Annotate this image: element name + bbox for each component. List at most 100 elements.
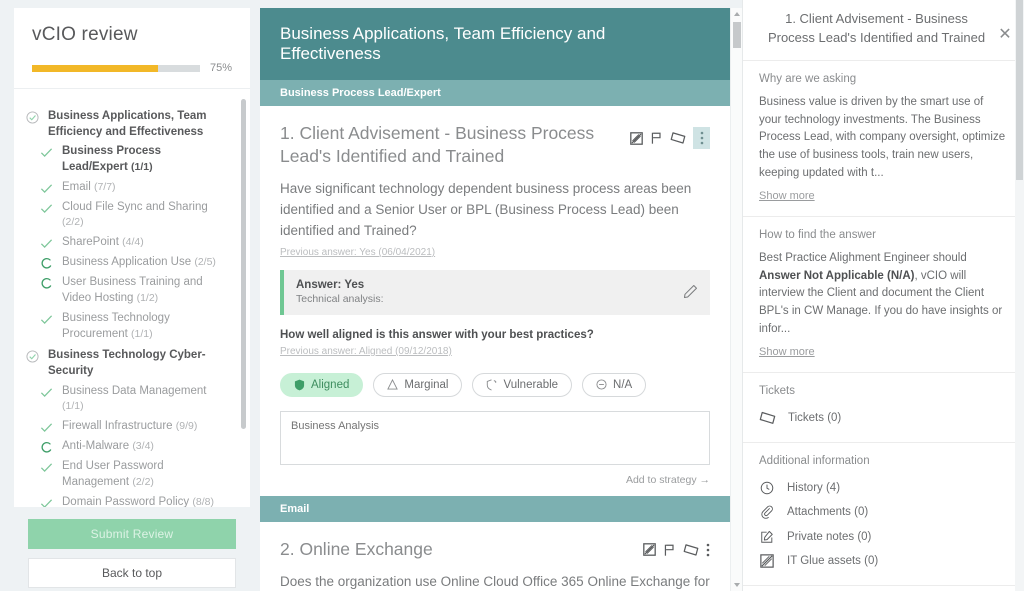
question-title-2: 2. Online Exchange	[280, 538, 433, 559]
flag-icon[interactable]	[663, 543, 676, 557]
paperclip-icon	[759, 505, 775, 520]
sidebar-group-label: Business Technology Cyber-Security	[48, 349, 206, 377]
why-asking-section: Why are we asking Business value is driv…	[743, 61, 1024, 217]
check-icon	[40, 146, 53, 159]
how-to-find-title: How to find the answer	[759, 228, 876, 241]
sidebar-item-1-3[interactable]: End User Password Management (2/2)	[40, 459, 228, 491]
question-title-row-2: 2. Online Exchange	[280, 538, 710, 561]
detail-panel-scrollbar-thumb[interactable]	[1016, 0, 1023, 180]
sidebar-item-label: End User Password Management (2/2)	[62, 459, 164, 488]
sidebar-group-1[interactable]: Business Technology Cyber-Security	[26, 348, 228, 379]
kebab-menu-icon[interactable]	[706, 543, 710, 557]
sidebar-item-1-0[interactable]: Business Data Management (1/1)	[40, 384, 228, 416]
question-title-row-1: 1. Client Advisement - Business Process …	[280, 122, 710, 168]
questionnaire-scroll-area: Business Applications, Team Efficiency a…	[260, 8, 730, 591]
sidebar-item-label: Firewall Infrastructure (9/9)	[62, 420, 198, 433]
how-to-find-show-more[interactable]: Show more	[759, 346, 815, 358]
why-asking-show-more[interactable]: Show more	[759, 190, 815, 202]
question-card-2: 2. Online Exchange Does the organization…	[260, 522, 730, 591]
scroll-down-arrow-icon[interactable]	[734, 583, 740, 587]
it-glue-assets-row-label: IT Glue assets (0)	[787, 554, 879, 567]
sidebar-item-0-1[interactable]: Email (7/7)	[40, 180, 228, 196]
partial-icon	[40, 277, 53, 290]
attachments-row[interactable]: Attachments (0)	[759, 500, 1008, 525]
detail-panel-scrollbar[interactable]	[1015, 0, 1024, 591]
close-icon[interactable]: ✕	[994, 24, 1016, 44]
progress-bar	[32, 64, 200, 72]
history-row[interactable]: History (4)	[759, 476, 1008, 500]
sidebar-item-count: (2/5)	[194, 256, 216, 269]
sidebar-nav-list: Business Applications, Team Efficiency a…	[14, 89, 250, 507]
strategy-section: Strategy Add to strategy	[743, 586, 1024, 591]
it-glue-asset-icon	[759, 554, 775, 568]
answer-sub-1: Technical analysis:	[296, 292, 384, 305]
sidebar: vCIO review 75% Business Applications, T…	[0, 0, 260, 591]
warning-triangle-icon	[387, 379, 399, 390]
previous-answer-link-1[interactable]: Previous answer: Yes (06/04/2021)	[280, 247, 435, 258]
edit-pencil-icon[interactable]	[683, 284, 698, 299]
sidebar-item-label: Email (7/7)	[62, 180, 116, 193]
history-row-label: History (4)	[787, 481, 841, 494]
it-glue-asset-icon[interactable]	[630, 131, 643, 145]
add-to-strategy-link-1[interactable]: Add to strategy →	[280, 474, 710, 486]
progress-percent-label: 75%	[209, 62, 232, 74]
sidebar-item-count: (9/9)	[175, 420, 198, 433]
alignment-chip-group: Aligned Marginal Vulnerable N/A	[280, 372, 710, 397]
alignment-previous-answer-1[interactable]: Previous answer: Aligned (09/12/2018)	[280, 346, 452, 357]
question-title-1: 1. Client Advisement - Business Process …	[280, 123, 595, 167]
how-body-bold: Answer Not Applicable (N/A)	[759, 269, 915, 282]
tickets-section: Tickets Tickets (0)	[743, 373, 1024, 443]
subsection-header-2: Email	[260, 495, 730, 522]
check-icon	[40, 386, 53, 399]
shield-icon	[294, 379, 305, 391]
sidebar-item-0-6[interactable]: Business Technology Procurement (1/1)	[40, 311, 228, 343]
chip-aligned-label: Aligned	[311, 378, 350, 391]
sidebar-item-1-4[interactable]: Domain Password Policy (8/8)	[40, 495, 228, 507]
business-analysis-input[interactable]	[280, 410, 710, 465]
questionnaire-scrollbar-thumb[interactable]	[733, 22, 741, 48]
sidebar-scrollbar-thumb[interactable]	[241, 99, 246, 429]
sidebar-group-0[interactable]: Business Applications, Team Efficiency a…	[26, 109, 228, 140]
chip-na[interactable]: N/A	[582, 372, 647, 397]
kebab-menu-icon[interactable]	[693, 127, 710, 149]
sidebar-item-0-5[interactable]: User Business Training and Video Hosting…	[40, 275, 228, 307]
how-to-find-body: Best Practice Alighment Engineer should …	[759, 250, 1008, 339]
sidebar-item-count: (1/1)	[131, 160, 153, 173]
sidebar-item-label: User Business Training and Video Hosting…	[62, 276, 203, 304]
answer-label-1: Answer: Yes	[296, 278, 365, 291]
chip-na-label: N/A	[613, 378, 633, 391]
sidebar-item-count: (7/7)	[93, 180, 116, 193]
progress-bar-fill	[32, 64, 158, 72]
how-to-find-section: How to find the answer Best Practice Ali…	[743, 217, 1024, 373]
back-to-top-button[interactable]: Back to top	[28, 558, 236, 588]
detail-panel-header: 1. Client Advisement - Business Process …	[743, 0, 1024, 61]
chip-aligned[interactable]: Aligned	[280, 372, 364, 397]
sidebar-title: vCIO review	[32, 24, 138, 45]
ticket-icon[interactable]	[683, 543, 699, 557]
partial-icon	[40, 257, 53, 270]
partial-icon	[40, 441, 53, 454]
attachments-row-label: Attachments (0)	[787, 506, 869, 519]
chip-marginal[interactable]: Marginal	[373, 372, 463, 397]
sidebar-item-label: Cloud File Sync and Sharing (2/2)	[62, 200, 208, 229]
sidebar-item-0-2[interactable]: Cloud File Sync and Sharing (2/2)	[40, 200, 228, 232]
section-header: Business Applications, Team Efficiency a…	[260, 8, 730, 80]
alignment-question-1: How well aligned is this answer with you…	[280, 328, 594, 341]
sidebar-item-1-1[interactable]: Firewall Infrastructure (9/9)	[40, 419, 228, 435]
submit-review-button[interactable]: Submit Review	[28, 519, 236, 549]
sidebar-item-0-4[interactable]: Business Application Use (2/5)	[40, 255, 228, 271]
private-notes-row[interactable]: Private notes (0)	[759, 525, 1008, 549]
flag-icon[interactable]	[650, 131, 663, 145]
detail-panel: 1. Client Advisement - Business Process …	[742, 0, 1024, 591]
scroll-up-arrow-icon[interactable]	[734, 12, 740, 16]
sidebar-item-1-2[interactable]: Anti-Malware (3/4)	[40, 439, 228, 455]
sidebar-item-label: Domain Password Policy (8/8)	[62, 495, 214, 507]
tickets-row[interactable]: Tickets (0)	[759, 406, 1008, 430]
it-glue-assets-row[interactable]: IT Glue assets (0)	[759, 549, 1008, 573]
it-glue-asset-icon[interactable]	[643, 543, 656, 557]
questionnaire-scrollbar[interactable]	[730, 8, 742, 591]
sidebar-item-0-3[interactable]: SharePoint (4/4)	[40, 235, 228, 251]
sidebar-item-0-0[interactable]: Business Process Lead/Expert (1/1)	[40, 144, 228, 176]
ticket-icon[interactable]	[670, 131, 686, 145]
chip-vulnerable[interactable]: Vulnerable	[472, 372, 573, 397]
